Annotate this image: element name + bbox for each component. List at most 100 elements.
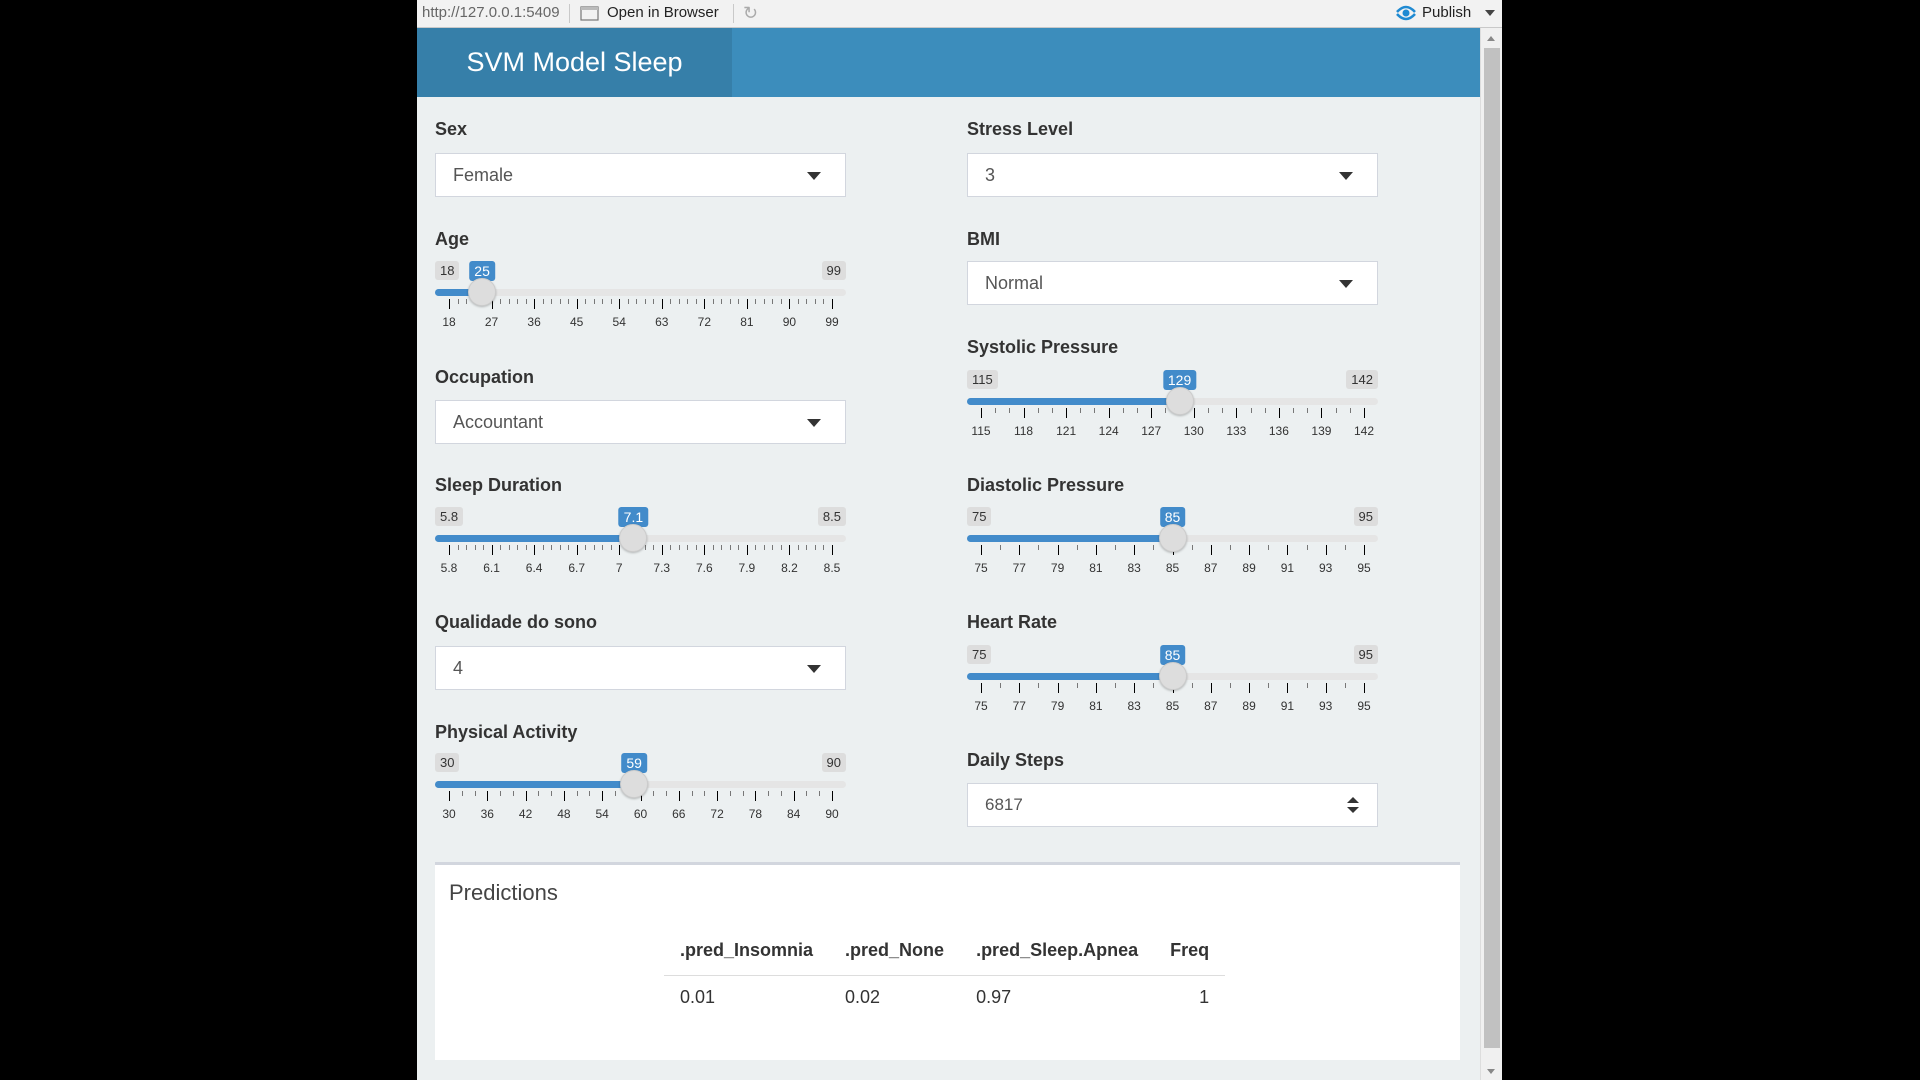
tick-label: 7.9	[738, 561, 756, 575]
slider-handle[interactable]	[620, 770, 649, 798]
minor-tick	[1038, 545, 1040, 550]
daily-steps-label: Daily Steps	[967, 750, 1065, 770]
major-tick	[563, 791, 565, 801]
minor-tick	[461, 791, 463, 796]
number-spinner-icon[interactable]	[1347, 797, 1359, 815]
slider-handle[interactable]	[1165, 387, 1194, 415]
minor-tick	[1264, 408, 1266, 413]
occupation-select[interactable]: Accountant	[435, 400, 846, 444]
publish-icon	[1396, 5, 1416, 21]
heart-rate-slider[interactable]: 75 95 75 77 79 81 83 85 87 89 91 93 95 85	[967, 645, 1378, 720]
scrollbar-thumb[interactable]	[1484, 48, 1500, 1048]
major-tick	[1066, 408, 1068, 418]
major-tick	[1057, 545, 1059, 555]
dropdown-arrow-icon	[807, 419, 821, 427]
tick-label: 75	[974, 699, 988, 713]
minor-tick	[466, 299, 468, 304]
major-tick	[1151, 408, 1153, 418]
minor-tick	[653, 791, 655, 796]
minor-tick	[559, 545, 561, 550]
tick-label: 118	[1013, 424, 1034, 438]
dropdown-arrow-icon	[1339, 280, 1353, 288]
slider-handle[interactable]	[468, 278, 497, 306]
sleep-duration-slider[interactable]: 5.8 8.5 5.8 6.1 6.4 6.7 7 7.3 7.6 7.9 8.2 8.5 7.1	[435, 507, 846, 582]
slider-max-label: 95	[1353, 645, 1378, 664]
physical-activity-slider[interactable]: 30 90 30 36 42 48 54 60 66 72 78 84 90 59	[435, 753, 846, 828]
minor-tick	[755, 545, 757, 550]
slider-handle[interactable]	[619, 524, 648, 552]
refresh-icon[interactable]: ↻	[743, 3, 758, 24]
daily-steps-value: 6817	[985, 795, 1023, 814]
minor-tick	[457, 299, 459, 304]
major-tick	[789, 545, 791, 555]
systolic-pressure-slider[interactable]: 115 142 115 118 121 124 127 130 133 136 139 142 129	[967, 370, 1378, 445]
tick-label: 6.1	[483, 561, 500, 575]
major-tick	[678, 791, 680, 801]
daily-steps-input[interactable]: 6817	[967, 783, 1378, 827]
minor-tick	[670, 299, 672, 304]
minor-tick	[1207, 408, 1209, 413]
tick-label: 27	[484, 315, 499, 329]
minor-tick	[474, 545, 476, 550]
major-tick	[1321, 408, 1323, 418]
slider-fill	[967, 535, 1173, 542]
minor-tick	[691, 791, 693, 796]
slider-min-label: 115	[967, 370, 998, 389]
major-tick	[1108, 408, 1110, 418]
minor-tick	[474, 791, 476, 796]
minor-tick	[806, 299, 808, 304]
minor-tick	[729, 791, 731, 796]
minor-tick	[1000, 683, 1002, 688]
vertical-scrollbar[interactable]	[1480, 28, 1502, 1080]
diastolic-pressure-slider[interactable]: 75 95 75 77 79 81 83 85 87 89 91 93 95 85	[967, 507, 1378, 582]
sex-select-value: Female	[453, 165, 514, 185]
major-tick	[1023, 408, 1025, 418]
slider-handle[interactable]	[1158, 662, 1187, 690]
tick-label: 136	[1268, 424, 1289, 438]
major-tick	[981, 408, 982, 418]
tick-label: 127	[1141, 424, 1162, 438]
dropdown-arrow-icon	[807, 665, 821, 673]
tick-label: 83	[1127, 699, 1141, 713]
table-cell: 1	[1199, 987, 1210, 1007]
minor-tick	[670, 545, 672, 550]
minor-tick	[538, 791, 540, 796]
table-row: 0.01 0.02 0.97 1	[664, 976, 1225, 1020]
scroll-up-icon[interactable]	[1487, 36, 1495, 41]
tick-label: 54	[595, 807, 609, 821]
minor-tick	[1191, 683, 1193, 688]
minor-tick	[738, 299, 740, 304]
slider-track[interactable]	[435, 289, 846, 296]
tick-label: 36	[480, 807, 494, 821]
tick-label: 89	[1242, 561, 1256, 575]
major-tick	[1134, 545, 1136, 555]
tick-label: 115	[971, 424, 991, 438]
bmi-select[interactable]: Normal	[967, 261, 1378, 305]
tick-label: 85	[1165, 699, 1180, 713]
age-slider[interactable]: 18 99 18 27 36 45 54 63 72 81 90 99 25	[435, 261, 846, 336]
scroll-down-icon[interactable]	[1487, 1069, 1495, 1074]
sleep-quality-select[interactable]: 4	[435, 646, 846, 690]
major-tick	[1095, 683, 1097, 693]
major-tick	[1095, 545, 1097, 555]
minor-tick	[763, 545, 765, 550]
minor-tick	[1191, 545, 1193, 550]
tick-label: 63	[655, 315, 669, 329]
major-tick	[1325, 545, 1327, 555]
stress-level-select[interactable]: 3	[967, 153, 1378, 197]
physical-activity-label: Physical Activity	[435, 722, 578, 742]
chevron-down-icon[interactable]	[1485, 10, 1495, 16]
minor-tick	[1268, 545, 1270, 550]
slider-min-label: 5.8	[435, 507, 464, 526]
major-tick	[661, 545, 663, 555]
tick-label: 87	[1204, 699, 1218, 713]
major-tick	[746, 299, 748, 309]
minor-tick	[1293, 408, 1295, 413]
minor-tick	[687, 299, 689, 304]
minor-tick	[742, 791, 744, 796]
slider-handle[interactable]	[1158, 524, 1187, 552]
major-tick	[576, 299, 578, 309]
sex-select[interactable]: Female	[435, 153, 846, 197]
app-header: SVM Model Sleep	[417, 28, 1480, 97]
minor-tick	[542, 545, 544, 550]
